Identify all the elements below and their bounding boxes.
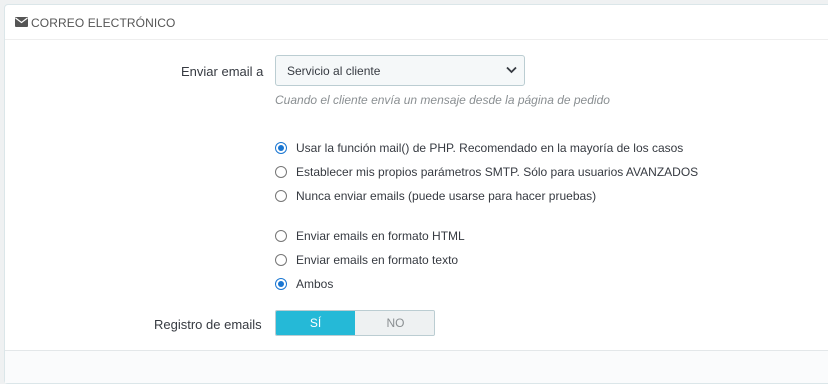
- radio-button-checked[interactable]: [275, 278, 287, 290]
- radio-label: Usar la función mail() de PHP. Recomenda…: [296, 141, 684, 155]
- radio-label: Nunca enviar emails (puede usarse para h…: [296, 189, 597, 203]
- radio-button[interactable]: [275, 166, 287, 178]
- radio-button[interactable]: [275, 190, 287, 202]
- radio-label: Establecer mis propios parámetros SMTP. …: [296, 165, 699, 179]
- send-to-help-text: Cuando el cliente envía un mensaje desde…: [275, 93, 610, 107]
- chevron-down-icon: [506, 66, 517, 74]
- email-settings-panel: CORREO ELECTRÓNICO Enviar email a Servic…: [4, 4, 828, 384]
- switch-no-option[interactable]: NO: [356, 311, 434, 335]
- radio-button[interactable]: [275, 254, 287, 266]
- log-emails-label: Registro de emails: [154, 317, 262, 332]
- send-to-label: Enviar email a: [181, 64, 264, 79]
- panel-footer: [5, 351, 828, 383]
- radio-label: Enviar emails en formato HTML: [296, 229, 465, 243]
- log-emails-switch[interactable]: SÍ NO: [275, 310, 435, 336]
- radio-label: Enviar emails en formato texto: [296, 253, 459, 267]
- send-to-select[interactable]: Servicio al cliente: [275, 55, 525, 86]
- send-to-selected-value: Servicio al cliente: [287, 64, 381, 78]
- radio-label: Ambos: [296, 277, 334, 291]
- radio-button[interactable]: [275, 230, 287, 242]
- envelope-icon: [15, 17, 28, 27]
- panel-title: CORREO ELECTRÓNICO: [31, 16, 176, 30]
- switch-yes-option[interactable]: SÍ: [276, 311, 355, 335]
- panel-heading: CORREO ELECTRÓNICO: [5, 5, 828, 40]
- radio-button-checked[interactable]: [275, 142, 287, 154]
